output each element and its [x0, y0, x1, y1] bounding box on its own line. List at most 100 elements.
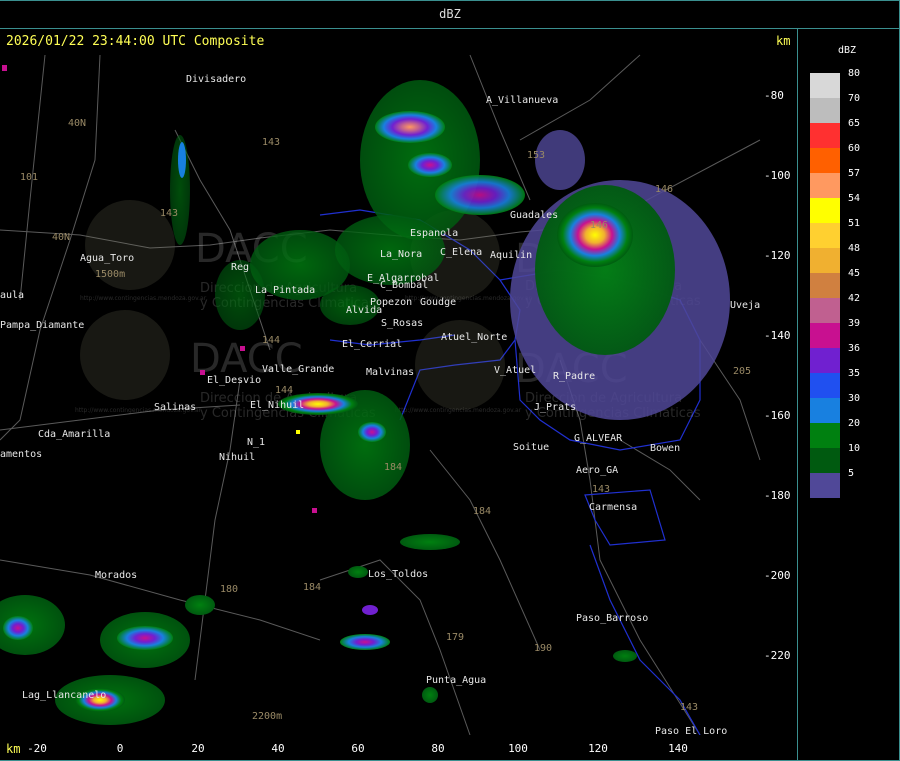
x-tick: 40	[271, 742, 285, 755]
legend-swatch	[810, 323, 840, 348]
place-label: Bowen	[650, 443, 680, 454]
y-tick: -200	[764, 569, 791, 582]
place-label: Reg	[231, 262, 249, 273]
place-label: La_Pintada	[255, 285, 315, 296]
route-label: 184	[473, 506, 491, 517]
place-label: R_Padre	[553, 371, 595, 382]
place-label: J_Prats	[534, 402, 576, 413]
place-label: Los_Toldos	[368, 569, 428, 580]
legend-swatch	[810, 298, 840, 323]
route-label: 179	[446, 632, 464, 643]
legend-swatch	[810, 348, 840, 373]
place-label: G_ALVEAR	[574, 433, 623, 444]
legend-swatch	[810, 223, 840, 248]
legend-label: 30	[848, 393, 861, 404]
legend-label: 35	[848, 368, 861, 379]
legend-swatch	[810, 473, 840, 498]
legend-swatch	[810, 248, 840, 273]
legend-label: 5	[848, 468, 855, 479]
legend-label: 42	[848, 293, 861, 304]
legend-label: 36	[848, 343, 861, 354]
place-label: Agua_Toro	[80, 253, 134, 264]
legend-label: 57	[848, 168, 861, 179]
legend-swatch	[810, 73, 840, 98]
frame-legend-divider	[797, 28, 798, 761]
route-label: 184	[384, 462, 402, 473]
place-label: El_Desvio	[207, 375, 261, 386]
place-label: aula	[0, 290, 24, 301]
route-label: 190	[534, 643, 552, 654]
legend-label: 10	[848, 443, 861, 454]
watermark-url: http://www.contingencias.mendoza.gov.ar	[80, 295, 207, 302]
frame-header-divider	[0, 28, 900, 29]
y-tick: -140	[764, 329, 791, 342]
route-label: 144	[275, 385, 293, 396]
legend-label: 60	[848, 143, 861, 154]
place-label: Espanola	[410, 228, 458, 239]
radar-map[interactable]: DACC Direccion de Agricultura y Continge…	[0, 53, 763, 735]
place-label: Atuel_Norte	[441, 332, 507, 343]
place-label: Paso_El_Loro	[655, 726, 727, 735]
route-label: 143	[262, 137, 280, 148]
y-tick: -220	[764, 649, 791, 662]
route-label: 146	[655, 184, 673, 195]
legend-label: 48	[848, 243, 861, 254]
legend-swatch	[810, 123, 840, 148]
legend-swatch	[810, 273, 840, 298]
place-label: Alvida	[346, 305, 382, 316]
map-title: 2026/01/22 23:44:00 UTC Composite	[6, 34, 265, 49]
route-label: 143	[592, 484, 610, 495]
legend-label: 80	[848, 68, 861, 79]
place-label: Aero_GA	[576, 465, 618, 476]
legend-label: 51	[848, 218, 861, 229]
legend-unit: dBZ	[838, 45, 857, 56]
legend-label: 20	[848, 418, 861, 429]
watermark-url: http://www.contingencias.mendoza.gov.ar	[395, 407, 522, 414]
legend-swatch	[810, 398, 840, 423]
route-label: 205	[733, 366, 751, 377]
route-label: 184	[303, 582, 321, 593]
place-label: S_Rosas	[381, 318, 423, 329]
legend-label: 39	[848, 318, 861, 329]
y-tick: -160	[764, 409, 791, 422]
elevation-label: 2200m	[252, 711, 282, 722]
legend-swatch	[810, 98, 840, 123]
legend-label: 54	[848, 193, 861, 204]
route-label: 40N	[68, 118, 86, 129]
route-label: 143	[680, 702, 698, 713]
legend-swatch	[810, 373, 840, 398]
place-label: N_1	[247, 437, 265, 448]
place-label: Punta_Agua	[426, 675, 486, 686]
place-label: Salinas	[154, 402, 196, 413]
place-label: A_Villanueva	[486, 95, 558, 106]
place-label: Cda_Amarilla	[38, 429, 110, 440]
elevation-label: 1500m	[95, 269, 125, 280]
legend-swatch	[810, 198, 840, 223]
place-label: C_Elena	[440, 247, 482, 258]
place-label: Nihuil	[219, 452, 255, 463]
place-label: Pampa_Diamante	[0, 320, 84, 331]
x-tick: 100	[508, 742, 528, 755]
legend-swatch	[810, 148, 840, 173]
y-tick: -100	[764, 169, 791, 182]
place-label: amentos	[0, 449, 42, 460]
legend-swatch	[810, 448, 840, 473]
place-label: Morados	[95, 570, 137, 581]
place-label: Aquilin	[490, 250, 532, 261]
route-label: 180	[220, 584, 238, 595]
route-label: 146	[590, 220, 608, 231]
place-label: Uveja	[730, 300, 760, 311]
place-label: E_Algarrobal	[367, 273, 439, 284]
place-label: Lag_Llancanelo	[22, 690, 106, 701]
header-title: dBZ	[439, 7, 461, 21]
route-label: 143	[160, 208, 178, 219]
x-tick: 0	[116, 742, 124, 755]
route-label: 144	[262, 335, 280, 346]
axis-unit-top: km	[776, 34, 791, 48]
place-label: Carmensa	[589, 502, 637, 513]
route-label: 40N	[52, 232, 70, 243]
place-label: Guadales	[510, 210, 558, 221]
route-label: 153	[527, 150, 545, 161]
x-tick: 60	[351, 742, 365, 755]
place-label: Divisadero	[186, 74, 246, 85]
